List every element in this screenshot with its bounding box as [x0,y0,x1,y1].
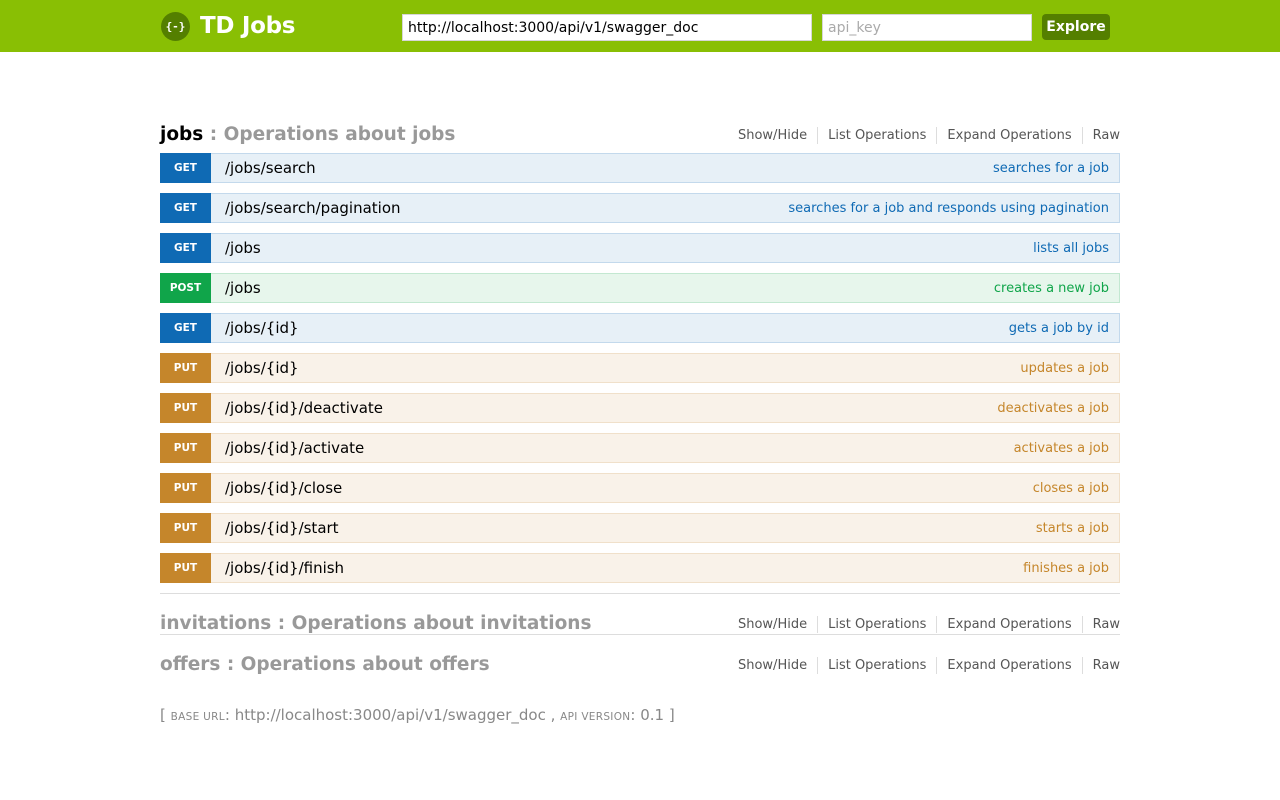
operation-path[interactable]: /jobs/{id}/start [225,519,339,537]
operation-row[interactable]: PUT /jobs/{id}/activate activates a job [160,432,1120,463]
resource-heading: jobs : Operations about jobs Show/Hide L… [160,115,1120,145]
method-badge[interactable]: GET [160,232,211,263]
resource-invitations: invitations : Operations about invitatio… [160,593,1120,634]
list-operations-link[interactable]: List Operations [817,616,936,633]
operation-summary[interactable]: creates a new job [994,281,1109,296]
operation-row[interactable]: GET /jobs lists all jobs [160,232,1120,263]
show-hide-link[interactable]: Show/Hide [728,657,817,674]
resource-title-jobs[interactable]: jobs : Operations about jobs [160,124,455,145]
app-title: TD Jobs [200,13,296,39]
method-badge[interactable]: PUT [160,352,211,383]
api-key-input[interactable] [822,14,1032,41]
resources-list: jobs : Operations about jobs Show/Hide L… [160,115,1120,675]
method-badge[interactable]: PUT [160,392,211,423]
logo[interactable]: {-} TD Jobs [161,11,296,41]
operation-path[interactable]: /jobs/{id} [225,319,299,337]
raw-link[interactable]: Raw [1081,616,1120,633]
operation-summary[interactable]: finishes a job [1023,561,1109,576]
raw-link[interactable]: Raw [1081,127,1120,144]
operation-summary[interactable]: gets a job by id [1009,321,1109,336]
operation-summary[interactable]: updates a job [1020,361,1109,376]
method-badge[interactable]: PUT [160,472,211,503]
operation-path[interactable]: /jobs [225,239,261,257]
list-operations-link[interactable]: List Operations [817,127,936,144]
operation-path[interactable]: /jobs/{id} [225,359,299,377]
resource-description: Operations about offers [240,654,490,675]
resource-separator: : [220,654,241,675]
resource-offers: offers : Operations about offers Show/Hi… [160,634,1120,675]
resource-description: Operations about jobs [223,124,456,145]
resource-name: jobs [160,124,204,145]
operation-path[interactable]: /jobs [225,279,261,297]
resource-actions: Show/Hide List Operations Expand Operati… [728,127,1120,145]
expand-operations-link[interactable]: Expand Operations [936,657,1081,674]
footer-colon: : [630,706,641,724]
method-badge[interactable]: PUT [160,552,211,583]
footer-close-bracket: ] [664,706,675,724]
resource-title-offers[interactable]: offers : Operations about offers [160,654,490,675]
operation-summary[interactable]: searches for a job [993,161,1109,176]
operation-path[interactable]: /jobs/{id}/deactivate [225,399,383,417]
operation-row[interactable]: GET /jobs/search searches for a job [160,152,1120,183]
operation-row[interactable]: PUT /jobs/{id}/close closes a job [160,472,1120,503]
operation-path[interactable]: /jobs/{id}/activate [225,439,364,457]
method-badge[interactable]: GET [160,192,211,223]
resource-actions: Show/Hide List Operations Expand Operati… [728,616,1120,634]
operation-path[interactable]: /jobs/{id}/close [225,479,342,497]
expand-operations-link[interactable]: Expand Operations [936,127,1081,144]
method-badge[interactable]: GET [160,152,211,183]
method-badge[interactable]: GET [160,312,211,343]
method-badge[interactable]: PUT [160,512,211,543]
operation-row[interactable]: PUT /jobs/{id} updates a job [160,352,1120,383]
resource-heading: invitations : Operations about invitatio… [160,593,1120,634]
operation-row[interactable]: POST /jobs creates a new job [160,272,1120,303]
operation-summary[interactable]: closes a job [1033,481,1109,496]
base-url-label: base url [170,711,225,723]
api-info-footer: [ base url: http://localhost:3000/api/v1… [160,706,675,724]
resource-separator: : [271,613,292,634]
operation-summary[interactable]: deactivates a job [997,401,1109,416]
resource-heading: offers : Operations about offers Show/Hi… [160,634,1120,675]
operation-summary[interactable]: activates a job [1014,441,1109,456]
method-badge[interactable]: PUT [160,432,211,463]
operation-summary[interactable]: starts a job [1036,521,1109,536]
footer-comma: , [545,706,561,724]
operation-row[interactable]: PUT /jobs/{id}/start starts a job [160,512,1120,543]
operation-summary[interactable]: searches for a job and responds using pa… [788,201,1109,216]
footer-open-bracket: [ [160,706,171,724]
base-url-value: http://localhost:3000/api/v1/swagger_doc [234,706,546,724]
swagger-logo-icon: {-} [161,11,190,41]
resource-name: offers [160,654,221,675]
operation-path[interactable]: /jobs/search [225,159,316,177]
footer-colon: : [224,706,235,724]
resource-jobs: jobs : Operations about jobs Show/Hide L… [160,115,1120,583]
operation-row[interactable]: GET /jobs/{id} gets a job by id [160,312,1120,343]
url-input[interactable] [402,14,812,41]
show-hide-link[interactable]: Show/Hide [728,616,817,633]
resource-description: Operations about invitations [291,613,592,634]
resource-title-invitations[interactable]: invitations : Operations about invitatio… [160,613,591,634]
resource-separator: : [203,124,224,145]
operation-row[interactable]: PUT /jobs/{id}/deactivate deactivates a … [160,392,1120,423]
operation-path[interactable]: /jobs/search/pagination [225,199,401,217]
operation-summary[interactable]: lists all jobs [1033,241,1109,256]
expand-operations-link[interactable]: Expand Operations [936,616,1081,633]
raw-link[interactable]: Raw [1081,657,1120,674]
resource-name: invitations [160,613,272,634]
api-version-label: api version [560,711,631,723]
explore-button[interactable]: Explore [1042,14,1110,40]
method-badge[interactable]: POST [160,272,211,303]
list-operations-link[interactable]: List Operations [817,657,936,674]
resource-actions: Show/Hide List Operations Expand Operati… [728,657,1120,675]
operation-row[interactable]: GET /jobs/search/pagination searches for… [160,192,1120,223]
top-bar: {-} TD Jobs Explore [0,0,1280,52]
operation-path[interactable]: /jobs/{id}/finish [225,559,344,577]
operation-row[interactable]: PUT /jobs/{id}/finish finishes a job [160,552,1120,583]
operations-list: GET /jobs/search searches for a job GET … [160,152,1120,583]
show-hide-link[interactable]: Show/Hide [728,127,817,144]
api-version-value: 0.1 [640,706,665,724]
